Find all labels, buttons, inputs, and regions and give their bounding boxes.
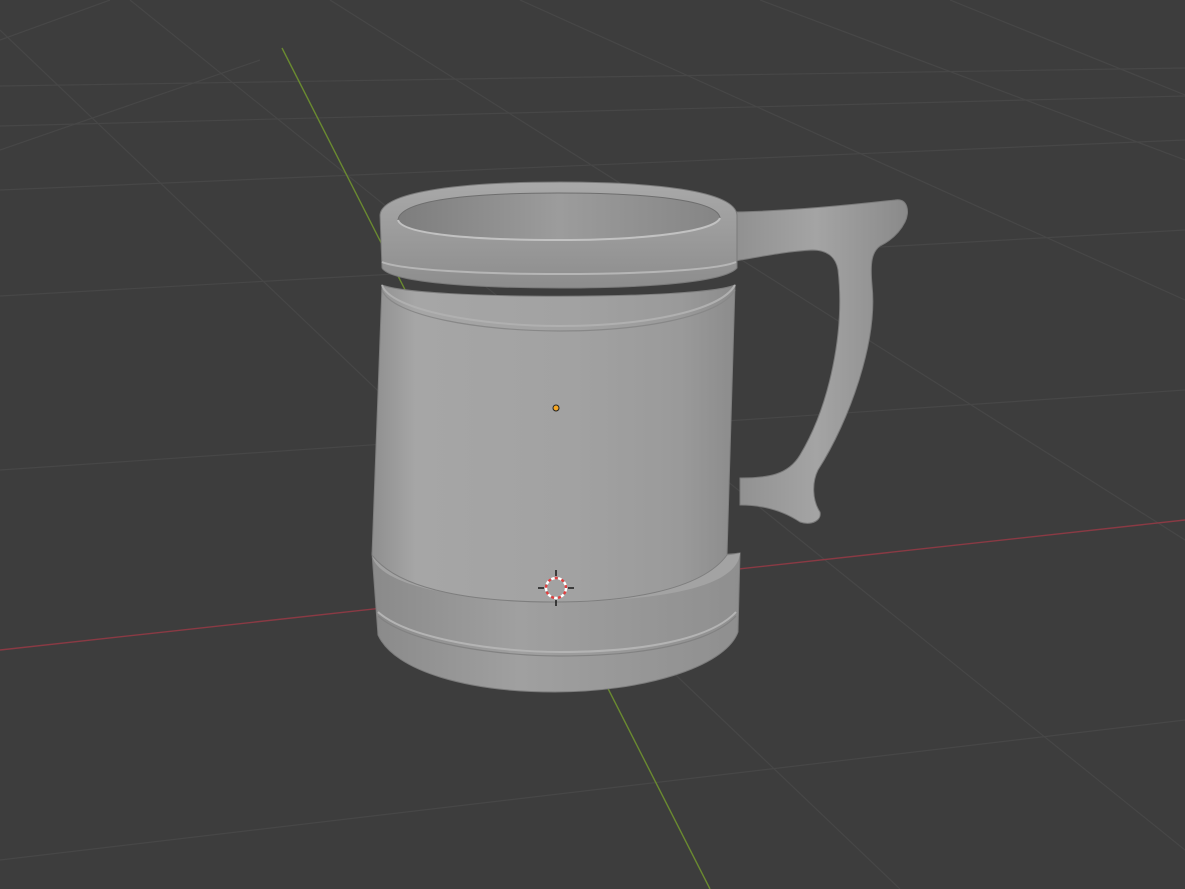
mug-body[interactable] (371, 284, 736, 603)
object-origin-icon[interactable] (552, 404, 560, 412)
3d-viewport[interactable] (0, 0, 1185, 889)
mug-object[interactable] (371, 181, 908, 693)
mug-handle[interactable] (724, 199, 908, 524)
viewport-canvas[interactable] (0, 0, 1185, 889)
